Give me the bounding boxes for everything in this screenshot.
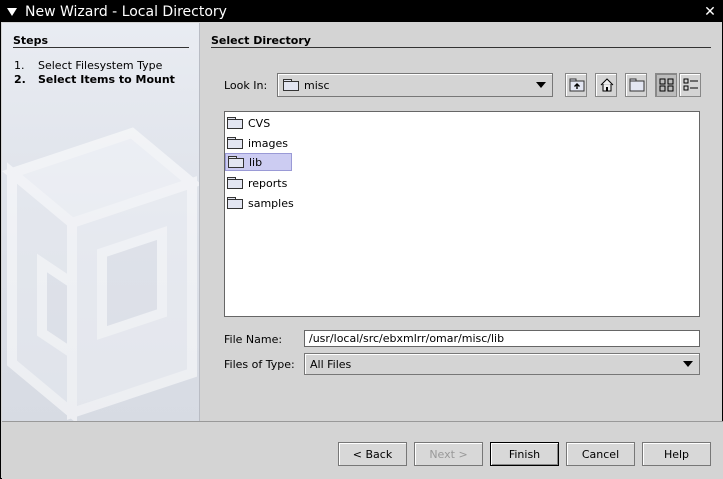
up-folder-icon [569,78,585,92]
steps-divider [13,47,189,48]
close-icon[interactable]: ✕ [702,4,718,20]
file-type-combo[interactable]: All Files [304,353,700,375]
steps-heading: Steps [13,34,49,47]
look-in-value: misc [304,78,330,92]
file-list[interactable]: CVS images lib reports samples [224,111,700,317]
file-name-label: File Name: [224,333,283,346]
wizard-watermark-graphic [2,127,199,421]
cancel-button[interactable]: Cancel [566,442,635,466]
file-name: CVS [248,116,271,130]
next-button[interactable]: Next > [414,442,483,466]
folder-icon [283,79,299,91]
list-item[interactable]: reports [225,174,293,192]
chevron-down-icon[interactable] [683,361,693,367]
back-button[interactable]: < Back [338,442,407,466]
details-view-button[interactable] [679,73,701,97]
chevron-down-icon[interactable] [536,82,546,88]
list-view-icon [659,78,674,92]
finish-button[interactable]: Finish [490,442,559,466]
button-bar: < Back Next > Finish Cancel Help [2,421,723,479]
home-icon [600,78,614,92]
up-one-level-button[interactable] [565,73,587,97]
file-name: images [248,136,288,150]
list-view-button[interactable] [655,73,677,97]
step-number: 2. [14,73,26,86]
step-number: 1. [14,59,25,72]
wizard-window: New Wizard - Local Directory ✕ Steps 1. S… [0,0,723,479]
title-bar[interactable]: New Wizard - Local Directory ✕ [1,1,722,22]
folder-icon [228,156,244,168]
file-name-field[interactable]: /usr/local/src/ebxmlrr/omar/misc/lib [304,330,700,347]
step-label: Select Filesystem Type [38,59,163,72]
home-button[interactable] [595,73,617,97]
help-button[interactable]: Help [642,442,711,466]
file-type-label: Files of Type: [224,358,295,371]
panel-divider [211,47,711,48]
details-view-icon [683,78,698,91]
list-item[interactable]: CVS [225,114,276,132]
step-item: 1. Select Filesystem Type [14,59,162,72]
window-menu-icon[interactable] [5,5,19,19]
file-name: samples [248,196,294,210]
folder-icon [227,177,243,189]
file-name: lib [249,155,263,169]
window-title: New Wizard - Local Directory [25,3,227,20]
step-label: Select Items to Mount [38,73,175,86]
list-item[interactable]: samples [225,194,300,212]
list-item[interactable]: images [225,134,294,152]
step-item-current: 2. Select Items to Mount [14,73,175,86]
folder-icon [227,137,243,149]
file-name: reports [248,176,288,190]
look-in-label: Look In: [224,79,268,92]
new-folder-button[interactable] [625,73,647,97]
folder-icon [227,197,243,209]
list-item-selected[interactable]: lib [225,153,292,171]
panel-title: Select Directory [211,34,311,47]
look-in-combo[interactable]: misc [277,73,553,97]
new-folder-icon [629,78,645,92]
file-type-value: All Files [310,357,352,371]
wizard-content: Select Directory Look In: misc CVS image… [200,23,722,421]
steps-panel: Steps 1. Select Filesystem Type 2. Select … [2,23,200,421]
folder-icon [227,117,243,129]
